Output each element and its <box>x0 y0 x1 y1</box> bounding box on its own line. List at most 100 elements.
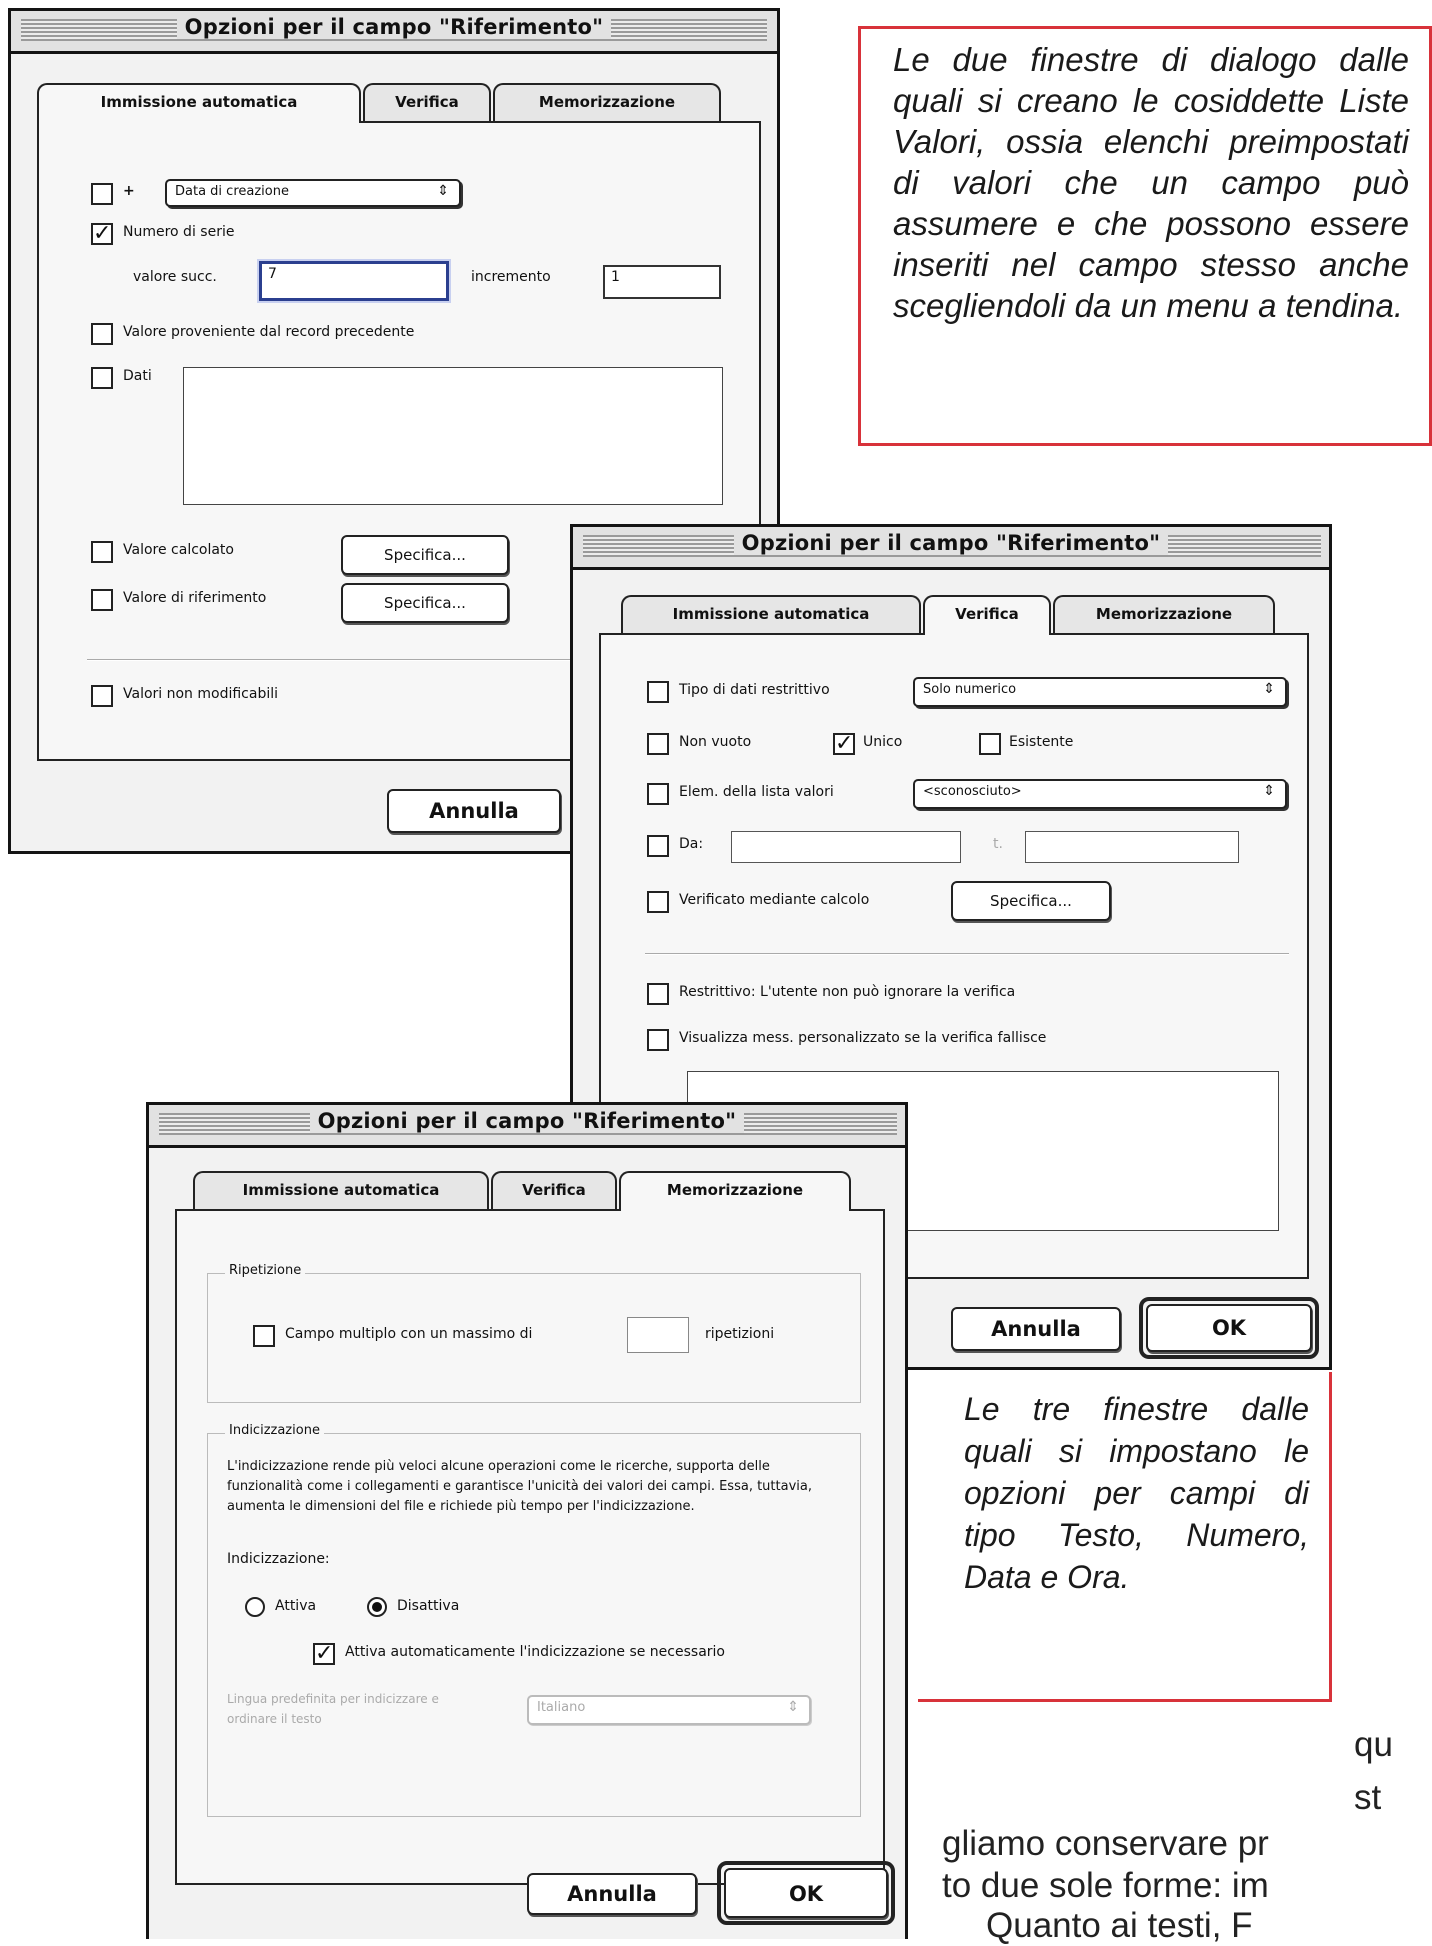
next-value-field[interactable]: 7 <box>259 261 449 301</box>
title-bar[interactable]: Opzioni per il campo "Riferimento" <box>11 11 777 54</box>
caption-bottom: Le tre finestre dalle quali si impostano… <box>918 1372 1332 1702</box>
creation-popup[interactable]: Data di creazione ⇕ <box>165 179 461 207</box>
tab-strip: Immissione automatica Verifica Memorizza… <box>591 595 1301 635</box>
indexing-on-label: Attiva <box>275 1598 317 1614</box>
storage-panel: Ripetizione Campo multiplo con un massim… <box>175 1209 885 1885</box>
specify-calc-button[interactable]: Specifica... <box>341 535 509 575</box>
popup-arrows-icon: ⇕ <box>1263 783 1275 799</box>
body-fragment-3: gliamo conservare pr <box>942 1824 1269 1863</box>
increment-field[interactable]: 1 <box>603 265 721 299</box>
next-value-label: valore succ. <box>133 269 217 285</box>
lookup-label: Valore di riferimento <box>123 590 267 606</box>
serial-checkbox[interactable]: ✓ <box>91 223 113 245</box>
unique-checkbox[interactable]: ✓ <box>833 733 855 755</box>
indexing-off-label: Disattiva <box>397 1598 460 1614</box>
specify-lookup-button[interactable]: Specifica... <box>341 583 509 623</box>
existing-label: Esistente <box>1009 734 1074 750</box>
indexing-title: Indicizzazione <box>225 1423 324 1438</box>
calculated-label: Valore calcolato <box>123 542 234 558</box>
caption-top: Le due finestre di dialogo dalle quali s… <box>858 26 1432 446</box>
cancel-button[interactable]: Annulla <box>951 1307 1121 1351</box>
prohibit-mod-label: Valori non modificabili <box>123 686 279 702</box>
repetition-title: Ripetizione <box>225 1263 306 1278</box>
dialog-storage: Opzioni per il campo "Riferimento" Immis… <box>146 1102 908 1939</box>
range-from-label: Da: <box>679 836 704 852</box>
creation-plus-label: + <box>123 183 135 199</box>
data-textarea[interactable] <box>183 367 723 505</box>
repeating-checkbox[interactable] <box>253 1325 275 1347</box>
custom-msg-checkbox[interactable] <box>647 1029 669 1051</box>
member-of-popup-value: <sconosciuto> <box>923 784 1022 799</box>
repetitions-label: ripetizioni <box>705 1326 775 1342</box>
ok-button-frame: OK <box>717 1861 895 1925</box>
strict-type-popup[interactable]: Solo numerico ⇕ <box>913 677 1287 707</box>
body-fragment-2: st <box>1354 1778 1382 1817</box>
repeating-label: Campo multiplo con un massimo di <box>285 1326 533 1342</box>
ok-button-frame: OK <box>1139 1297 1319 1359</box>
tab-validation[interactable]: Verifica <box>363 83 491 121</box>
title-bar[interactable]: Opzioni per il campo "Riferimento" <box>149 1105 905 1148</box>
creation-checkbox[interactable] <box>91 183 113 205</box>
tab-validation[interactable]: Verifica <box>923 595 1051 635</box>
prohibit-mod-checkbox[interactable] <box>91 685 113 707</box>
body-fragment-4: to due sole forme: im <box>942 1866 1269 1905</box>
range-checkbox[interactable] <box>647 835 669 857</box>
language-popup[interactable]: Italiano ⇕ <box>527 1695 811 1725</box>
title-bar[interactable]: Opzioni per il campo "Riferimento" <box>573 527 1329 570</box>
body-fragment-5: Quanto ai testi, F <box>986 1906 1253 1945</box>
auto-index-checkbox[interactable]: ✓ <box>313 1643 335 1665</box>
tab-strip: Immissione automatica Verifica Memorizza… <box>29 83 749 123</box>
tab-auto-entry[interactable]: Immissione automatica <box>193 1171 489 1209</box>
strict-label: Restrittivo: L'utente non può ignorare l… <box>679 984 1016 1000</box>
lookup-checkbox[interactable] <box>91 589 113 611</box>
calculated-checkbox[interactable] <box>91 541 113 563</box>
indexing-description: L'indicizzazione rende più veloci alcune… <box>227 1459 812 1514</box>
next-value-text: 7 <box>268 266 277 282</box>
ok-button[interactable]: OK <box>1146 1304 1312 1352</box>
not-empty-checkbox[interactable] <box>647 733 669 755</box>
ok-button[interactable]: OK <box>724 1868 888 1918</box>
member-of-popup[interactable]: <sconosciuto> ⇕ <box>913 779 1287 809</box>
strict-type-popup-value: Solo numerico <box>923 682 1017 697</box>
tab-validation[interactable]: Verifica <box>491 1171 617 1209</box>
tab-storage[interactable]: Memorizzazione <box>493 83 721 121</box>
window-title: Opzioni per il campo "Riferimento" <box>309 1109 745 1133</box>
auto-index-label: Attiva automaticamente l'indicizzazione … <box>345 1644 725 1660</box>
strict-checkbox[interactable] <box>647 983 669 1005</box>
member-of-label: Elem. della lista valori <box>679 784 834 800</box>
popup-arrows-icon: ⇕ <box>437 183 449 199</box>
range-to-label: t. <box>993 836 1003 852</box>
strict-type-label: Tipo di dati restrittivo <box>679 682 830 698</box>
tab-auto-entry[interactable]: Immissione automatica <box>621 595 921 633</box>
by-calc-checkbox[interactable] <box>647 891 669 913</box>
language-label: Lingua predefinita per indicizzare e ord… <box>227 1692 439 1726</box>
increment-text: 1 <box>611 269 620 285</box>
tab-storage[interactable]: Memorizzazione <box>619 1171 851 1211</box>
popup-arrows-icon: ⇕ <box>1263 681 1275 697</box>
previous-record-checkbox[interactable] <box>91 323 113 345</box>
data-checkbox[interactable] <box>91 367 113 389</box>
cancel-button[interactable]: Annulla <box>387 789 561 833</box>
range-from-field[interactable] <box>731 831 961 863</box>
tab-strip: Immissione automatica Verifica Memorizza… <box>167 1171 877 1211</box>
body-fragment-1: qu <box>1354 1725 1393 1764</box>
cancel-button[interactable]: Annulla <box>527 1873 697 1915</box>
tab-storage[interactable]: Memorizzazione <box>1053 595 1275 633</box>
increment-label: incremento <box>471 269 551 285</box>
not-empty-label: Non vuoto <box>679 734 752 750</box>
range-to-field[interactable] <box>1025 831 1239 863</box>
tab-auto-entry[interactable]: Immissione automatica <box>37 83 361 123</box>
divider <box>645 953 1289 955</box>
specify-calc-button[interactable]: Specifica... <box>951 881 1111 921</box>
serial-label: Numero di serie <box>123 224 235 240</box>
existing-checkbox[interactable] <box>979 733 1001 755</box>
indexing-off-radio[interactable] <box>367 1597 387 1617</box>
previous-record-label: Valore proveniente dal record precedente <box>123 324 415 340</box>
strict-type-checkbox[interactable] <box>647 681 669 703</box>
custom-msg-label: Visualizza mess. personalizzato se la ve… <box>679 1030 1047 1046</box>
creation-popup-value: Data di creazione <box>175 184 289 199</box>
member-of-checkbox[interactable] <box>647 783 669 805</box>
indexing-on-radio[interactable] <box>245 1597 265 1617</box>
window-title: Opzioni per il campo "Riferimento" <box>733 531 1169 555</box>
repetitions-field[interactable] <box>627 1317 689 1353</box>
